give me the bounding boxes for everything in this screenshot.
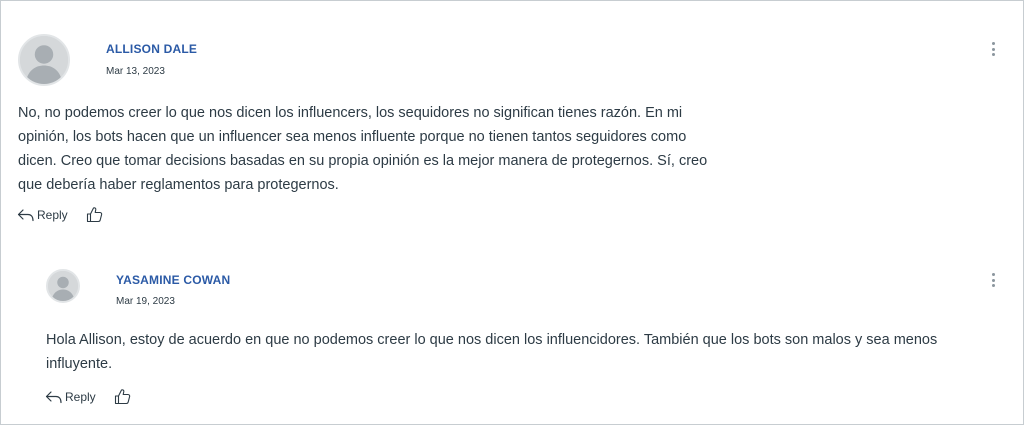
like-button[interactable] — [114, 388, 131, 405]
thumbs-up-icon — [114, 389, 130, 405]
reply-arrow-icon — [45, 390, 63, 404]
entry-actions: Reply — [17, 206, 103, 223]
discussion-reply-entry: YASAMINE COWAN Mar 19, 2023 Hola Allison… — [0, 240, 1024, 425]
entry-message: No, no podemos creer lo que nos dicen lo… — [18, 105, 708, 193]
author-name-link[interactable]: YASAMINE COWAN — [116, 273, 230, 287]
more-options-icon[interactable] — [989, 272, 997, 288]
default-avatar-icon — [20, 36, 68, 84]
discussion-thread: ALLISON DALE Mar 13, 2023 No, no podemos… — [0, 0, 1024, 425]
reply-button[interactable]: Reply — [45, 390, 96, 404]
more-options-icon[interactable] — [989, 41, 997, 57]
user-avatar[interactable] — [46, 269, 80, 303]
entry-actions: Reply — [45, 388, 131, 405]
reply-label: Reply — [37, 207, 68, 222]
entry-message: Hola Allison, estoy de acuerdo en que no… — [46, 332, 938, 372]
post-date: Mar 19, 2023 — [116, 296, 175, 307]
reply-arrow-icon — [17, 208, 35, 222]
reply-button[interactable]: Reply — [17, 208, 68, 222]
default-avatar-icon — [48, 271, 78, 301]
reply-label: Reply — [65, 389, 96, 404]
author-name-link[interactable]: ALLISON DALE — [106, 42, 197, 56]
user-avatar[interactable] — [18, 34, 70, 86]
like-button[interactable] — [86, 206, 103, 223]
post-date: Mar 13, 2023 — [106, 66, 165, 77]
thumbs-up-icon — [86, 207, 102, 223]
discussion-entry: ALLISON DALE Mar 13, 2023 No, no podemos… — [0, 0, 1024, 241]
